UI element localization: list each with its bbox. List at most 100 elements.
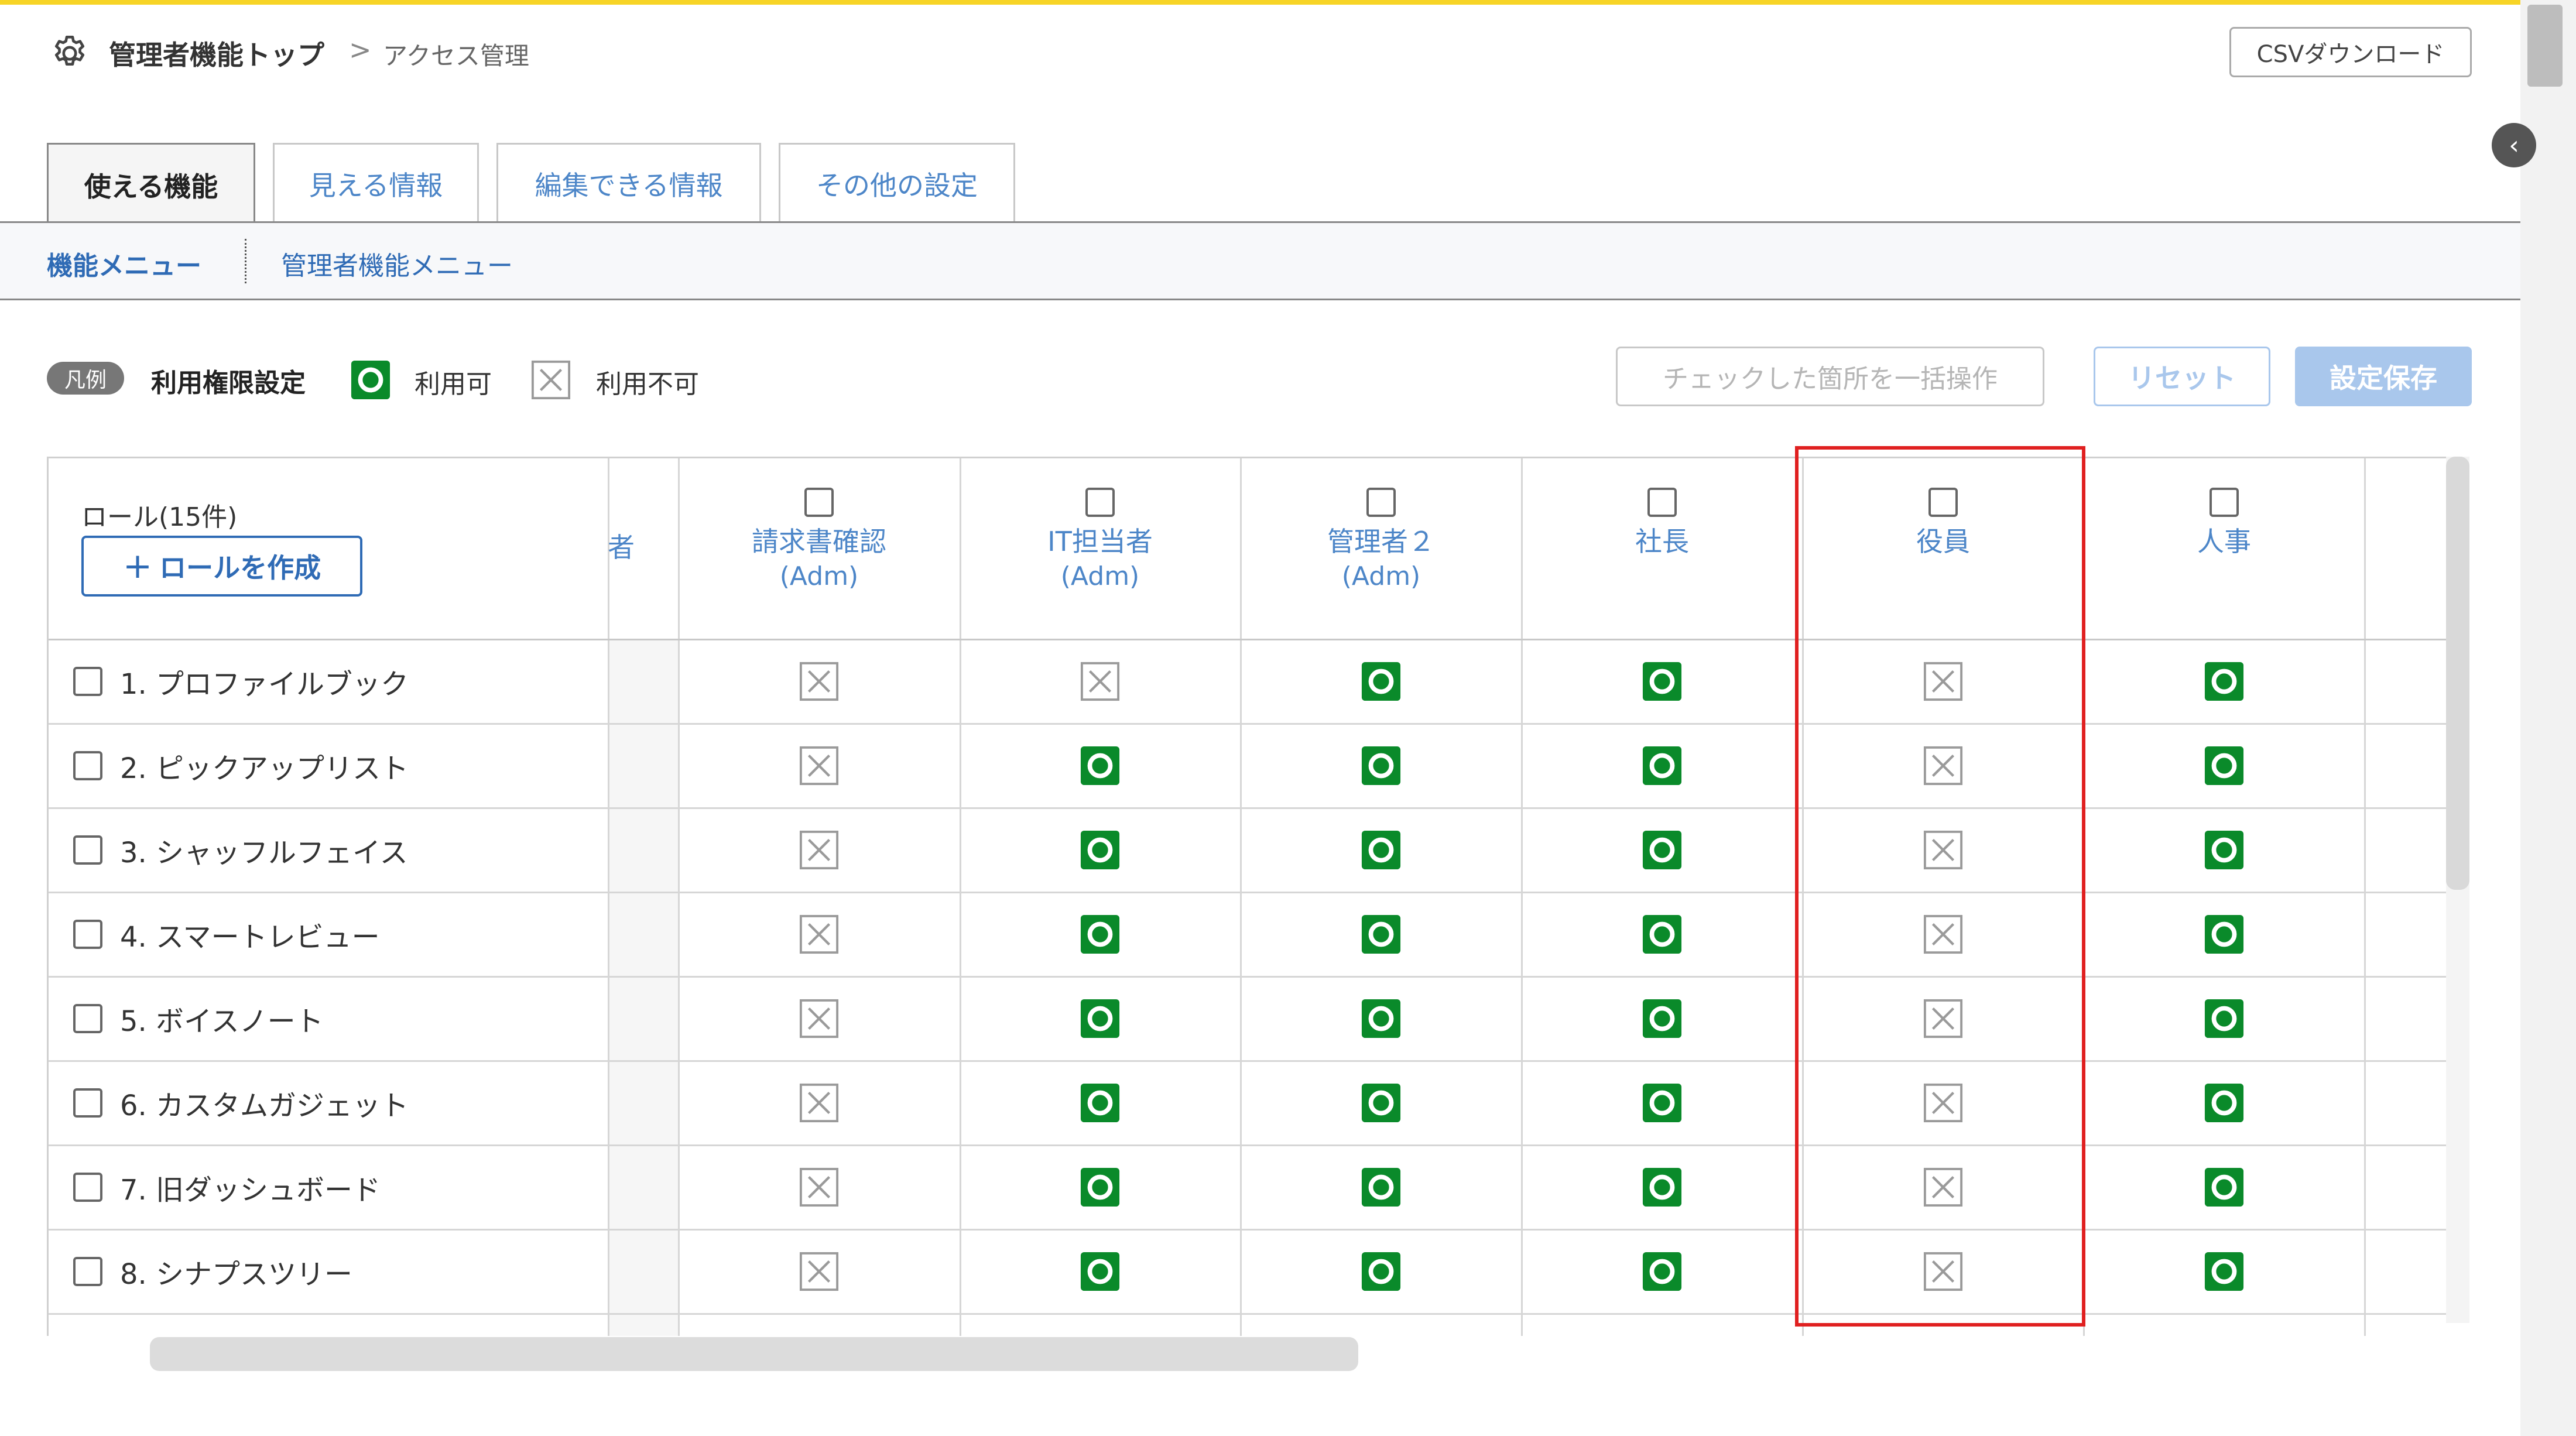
allowed-icon[interactable] bbox=[1080, 1167, 1121, 1208]
row-checkbox[interactable] bbox=[73, 835, 102, 865]
row-checkbox[interactable] bbox=[73, 920, 102, 949]
row-label: 5. ボイスノート bbox=[120, 1005, 324, 1038]
column-name[interactable]: 管理者２ bbox=[1241, 524, 1521, 559]
row-checkbox[interactable] bbox=[73, 1004, 102, 1033]
breadcrumb-home[interactable]: 管理者機能トップ bbox=[109, 34, 324, 73]
denied-icon[interactable] bbox=[799, 830, 840, 870]
tab-editable-info[interactable]: 編集できる情報 bbox=[496, 143, 761, 222]
allowed-icon[interactable] bbox=[1361, 1251, 1402, 1292]
allowed-icon[interactable] bbox=[1080, 745, 1121, 786]
allowed-icon[interactable] bbox=[1361, 1082, 1402, 1123]
row-checkbox[interactable] bbox=[73, 1088, 102, 1118]
allowed-icon[interactable] bbox=[1361, 661, 1402, 702]
column-name[interactable]: 人事 bbox=[2084, 524, 2364, 559]
column-sub: (Adm) bbox=[779, 561, 859, 591]
allowed-icon[interactable] bbox=[1080, 830, 1121, 870]
allowed-icon[interactable] bbox=[2204, 998, 2245, 1039]
collapse-panel-button[interactable]: ‹ bbox=[2492, 123, 2536, 167]
allowed-icon[interactable] bbox=[2204, 745, 2245, 786]
column-name[interactable]: IT担当者 bbox=[960, 524, 1240, 559]
gear-icon[interactable] bbox=[49, 33, 90, 74]
create-role-button[interactable]: + ロールを作成 bbox=[81, 536, 362, 597]
column-checkbox[interactable] bbox=[2210, 488, 2239, 517]
reset-button[interactable]: リセット bbox=[2094, 347, 2270, 406]
grid-line bbox=[49, 1060, 2447, 1062]
denied-icon[interactable] bbox=[799, 661, 840, 702]
tab-usable-features[interactable]: 使える機能 bbox=[47, 143, 255, 225]
allowed-icon[interactable] bbox=[1080, 1082, 1121, 1123]
allowed-icon[interactable] bbox=[1642, 1167, 1683, 1208]
page-scrollbar-track[interactable] bbox=[2520, 0, 2576, 1436]
grid-line bbox=[49, 1229, 2447, 1231]
allowed-icon[interactable] bbox=[2204, 914, 2245, 955]
tab-visible-info[interactable]: 見える情報 bbox=[273, 143, 479, 222]
denied-icon[interactable] bbox=[799, 1167, 840, 1208]
column-header: 人事 bbox=[2084, 488, 2364, 559]
allowed-icon[interactable] bbox=[1642, 998, 1683, 1039]
allowed-icon[interactable] bbox=[1642, 745, 1683, 786]
grid-line bbox=[49, 1144, 2447, 1146]
save-settings-button[interactable]: 設定保存 bbox=[2295, 347, 2472, 406]
breadcrumb-separator: > bbox=[349, 34, 372, 66]
subnav-admin-menu[interactable]: 管理者機能メニュー bbox=[281, 245, 513, 282]
subnav-feature-menu[interactable]: 機能メニュー bbox=[47, 245, 201, 282]
plus-icon: + bbox=[122, 546, 153, 587]
allowed-icon[interactable] bbox=[1642, 1082, 1683, 1123]
grid-line bbox=[49, 639, 2447, 640]
tab-other-settings[interactable]: その他の設定 bbox=[779, 143, 1015, 222]
allowed-icon[interactable] bbox=[1080, 914, 1121, 955]
allowed-icon[interactable] bbox=[1080, 998, 1121, 1039]
allowed-icon[interactable] bbox=[1361, 1167, 1402, 1208]
allowed-icon[interactable] bbox=[1361, 830, 1402, 870]
table-hscroll-thumb[interactable] bbox=[150, 1337, 1358, 1371]
permission-table: ロール(15件) + ロールを作成 者 請求書確認 (Adm) IT担当者 (Ad… bbox=[47, 457, 2447, 1336]
denied-icon[interactable] bbox=[799, 914, 840, 955]
grid-line bbox=[49, 1313, 2447, 1315]
allowed-icon[interactable] bbox=[1080, 1251, 1121, 1292]
create-role-label: ロールを作成 bbox=[159, 552, 321, 584]
table-vscroll-thumb[interactable] bbox=[2446, 457, 2469, 890]
highlighted-column-outline bbox=[1795, 446, 2085, 1327]
allowed-icon[interactable] bbox=[1642, 914, 1683, 955]
csv-download-button[interactable]: CSVダウンロード bbox=[2229, 27, 2472, 77]
denied-icon[interactable] bbox=[799, 1251, 840, 1292]
allowed-icon[interactable] bbox=[1361, 914, 1402, 955]
legend-badge: 凡例 bbox=[47, 362, 124, 395]
row-checkbox[interactable] bbox=[73, 751, 102, 780]
allowed-icon[interactable] bbox=[1361, 745, 1402, 786]
column-checkbox[interactable] bbox=[1647, 488, 1677, 517]
allowed-icon[interactable] bbox=[2204, 830, 2245, 870]
denied-icon[interactable] bbox=[799, 998, 840, 1039]
row-label: 2. ピックアップリスト bbox=[120, 752, 409, 785]
subnav-divider bbox=[245, 239, 246, 283]
allowed-icon[interactable] bbox=[2204, 1167, 2245, 1208]
legend-allowed-label: 利用可 bbox=[415, 369, 492, 399]
allowed-icon[interactable] bbox=[1642, 830, 1683, 870]
row-label: 8. シナプスツリー bbox=[120, 1258, 353, 1291]
bulk-operation-button[interactable]: チェックした箇所を一括操作 bbox=[1616, 347, 2044, 406]
column-name[interactable]: 社長 bbox=[1522, 524, 1802, 559]
denied-icon[interactable] bbox=[799, 745, 840, 786]
allowed-icon[interactable] bbox=[1642, 1251, 1683, 1292]
column-checkbox[interactable] bbox=[1085, 488, 1115, 517]
denied-icon[interactable] bbox=[1080, 661, 1121, 702]
grid-line bbox=[2364, 458, 2366, 1336]
denied-icon[interactable] bbox=[799, 1082, 840, 1123]
column-name[interactable]: 請求書確認 bbox=[679, 524, 959, 559]
allowed-icon[interactable] bbox=[1361, 998, 1402, 1039]
row-checkbox[interactable] bbox=[73, 667, 102, 696]
allowed-icon[interactable] bbox=[2204, 1251, 2245, 1292]
role-count: ロール(15件) bbox=[81, 502, 238, 532]
column-sub: (Adm) bbox=[1341, 561, 1421, 591]
row-checkbox[interactable] bbox=[73, 1173, 102, 1202]
row-checkbox[interactable] bbox=[73, 1257, 102, 1286]
grid-line bbox=[49, 892, 2447, 893]
allowed-icon[interactable] bbox=[2204, 1082, 2245, 1123]
column-header: 社長 bbox=[1522, 488, 1802, 559]
column-checkbox[interactable] bbox=[1366, 488, 1396, 517]
column-sub: (Adm) bbox=[1060, 561, 1140, 591]
allowed-icon[interactable] bbox=[2204, 661, 2245, 702]
page-scrollbar-thumb[interactable] bbox=[2527, 5, 2563, 87]
column-checkbox[interactable] bbox=[804, 488, 834, 517]
allowed-icon[interactable] bbox=[1642, 661, 1683, 702]
